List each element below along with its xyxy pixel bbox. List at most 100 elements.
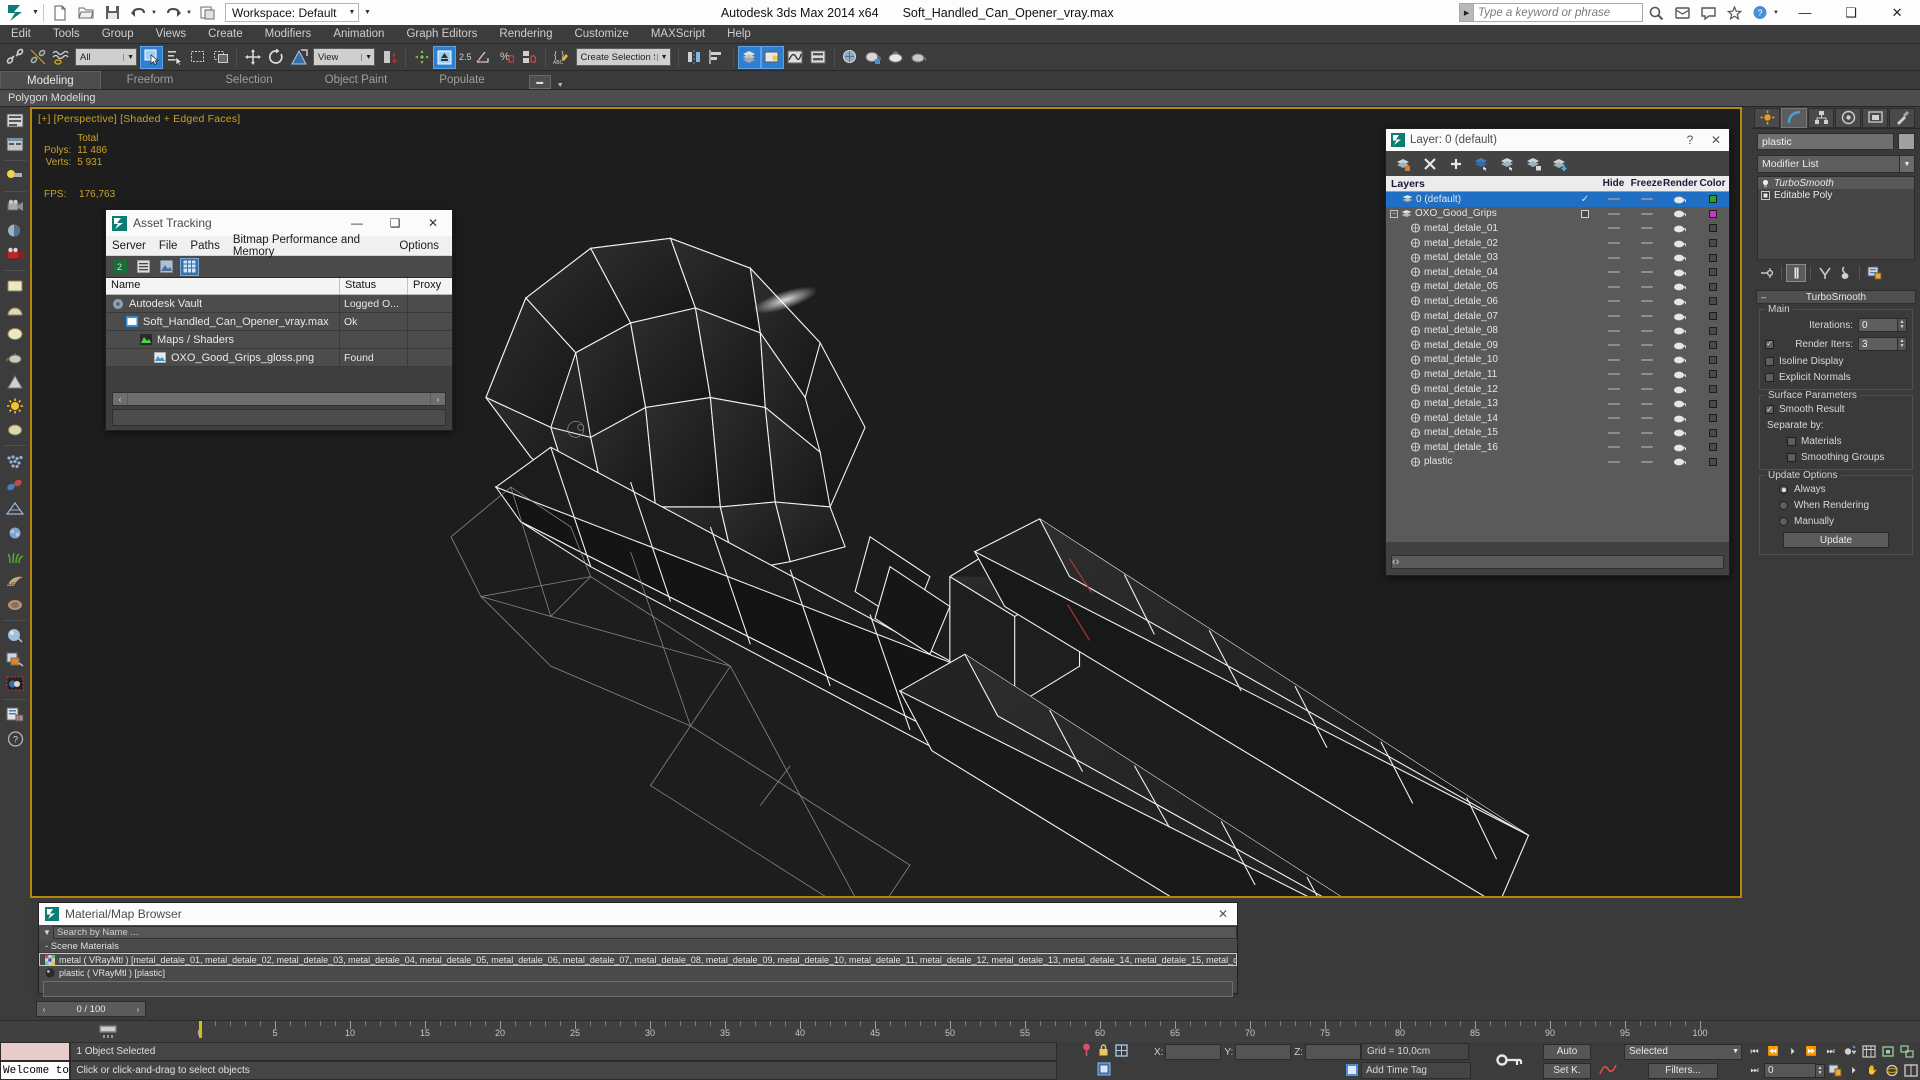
- select-and-link-icon[interactable]: [3, 46, 26, 69]
- track-bar[interactable]: 0510152025303540455055606570758085909510…: [0, 1020, 1920, 1042]
- layer-manager-icon[interactable]: [737, 45, 761, 69]
- next-frame-icon[interactable]: ⏩: [1802, 1043, 1821, 1060]
- key-curve-icon[interactable]: [1599, 1062, 1617, 1079]
- mmb-close-button[interactable]: ✕: [1209, 907, 1237, 921]
- layer-color-swatch[interactable]: [1696, 385, 1729, 394]
- window-maximize-button[interactable]: ❑: [1828, 0, 1874, 25]
- menu-item-edit[interactable]: Edit: [0, 25, 42, 44]
- modifier-stack[interactable]: TurboSmooth Editable Poly: [1757, 176, 1915, 260]
- time-slider[interactable]: ‹ 0 / 100 ›: [36, 1001, 146, 1017]
- layer-hide-toggle[interactable]: [1597, 460, 1630, 463]
- compound-object-icon[interactable]: [2, 497, 28, 520]
- ribbon-tab-selection[interactable]: Selection: [199, 71, 298, 89]
- when-rendering-row[interactable]: When Rendering: [1765, 500, 1907, 511]
- layer-render-toggle[interactable]: [1663, 268, 1696, 277]
- layer-render-toggle[interactable]: [1663, 209, 1696, 218]
- asset-menu-file[interactable]: File: [159, 240, 178, 252]
- percent-snap-toggle-icon[interactable]: %: [495, 46, 518, 69]
- modifier-stack-item-turbosmooth[interactable]: TurboSmooth: [1758, 177, 1914, 189]
- explicit-normals-row[interactable]: Explicit Normals: [1765, 372, 1907, 383]
- box-primitive-icon[interactable]: [2, 274, 28, 297]
- help-question-icon[interactable]: ?: [2, 727, 28, 750]
- layer-hide-toggle[interactable]: [1597, 212, 1630, 215]
- select-by-name-icon[interactable]: [163, 46, 186, 69]
- infocenter-icon[interactable]: [1643, 1, 1669, 24]
- add-to-current-layer-icon[interactable]: [1521, 153, 1547, 174]
- menu-item-modifiers[interactable]: Modifiers: [254, 25, 323, 44]
- current-frame-stepper[interactable]: ▲ ▼: [1816, 1063, 1825, 1078]
- tab-hierarchy[interactable]: [1808, 107, 1834, 128]
- column-layers[interactable]: Layers: [1386, 178, 1573, 190]
- layer-color-swatch[interactable]: [1696, 239, 1729, 248]
- layer-render-toggle[interactable]: [1663, 428, 1696, 437]
- new-file-icon[interactable]: [47, 1, 73, 24]
- update-button[interactable]: Update: [1783, 532, 1889, 548]
- asset-row[interactable]: OXO_Good_Grips_gloss.png Found: [106, 348, 452, 367]
- undo-icon[interactable]: [125, 1, 151, 24]
- sphere-primitive-icon[interactable]: [2, 298, 28, 321]
- layer-render-toggle[interactable]: [1663, 312, 1696, 321]
- asset-vault-icon[interactable]: 2: [111, 258, 130, 276]
- mmb-search-input[interactable]: Search by Name ...: [53, 926, 1237, 939]
- curve-editor-icon[interactable]: [784, 46, 807, 69]
- always-row[interactable]: Always: [1765, 484, 1907, 495]
- layer-row[interactable]: metal_detale_04: [1386, 265, 1729, 280]
- key-filters-button[interactable]: Filters...: [1648, 1062, 1718, 1079]
- remove-modifier-icon[interactable]: [1835, 264, 1855, 282]
- layer-row[interactable]: 0 (default) ✓: [1386, 192, 1729, 207]
- layer-freeze-toggle[interactable]: [1630, 227, 1663, 230]
- layer-hide-toggle[interactable]: [1597, 329, 1630, 332]
- menu-item-maxscript[interactable]: MAXScript: [640, 25, 716, 44]
- scroll-right-icon[interactable]: ›: [1396, 556, 1400, 568]
- new-layer-from-selection-icon[interactable]: [1547, 153, 1573, 174]
- layer-render-toggle[interactable]: [1663, 370, 1696, 379]
- layer-render-toggle[interactable]: [1663, 224, 1696, 233]
- favorites-icon[interactable]: [1721, 1, 1747, 24]
- materials-row[interactable]: Materials: [1765, 436, 1907, 447]
- tab-motion[interactable]: [1835, 107, 1861, 128]
- layer-freeze-toggle[interactable]: [1630, 402, 1663, 405]
- bitmap-material-icon[interactable]: [2, 648, 28, 671]
- smooth-result-checkbox[interactable]: ✓: [1765, 405, 1774, 414]
- layer-close-button[interactable]: ✕: [1703, 129, 1729, 151]
- layer-hide-toggle[interactable]: [1597, 227, 1630, 230]
- play-animation-icon[interactable]: ⏵: [1783, 1043, 1802, 1060]
- layer-freeze-toggle[interactable]: [1630, 212, 1663, 215]
- menu-item-graph-editors[interactable]: Graph Editors: [395, 25, 488, 44]
- layer-color-swatch[interactable]: [1696, 297, 1729, 306]
- layer-freeze-toggle[interactable]: [1630, 388, 1663, 391]
- rendered-frame-window-icon[interactable]: [885, 46, 908, 69]
- highlight-selected-objects-icon[interactable]: [1495, 153, 1521, 174]
- material-sphere-icon[interactable]: [2, 624, 28, 647]
- snaps-toggle-icon[interactable]: [433, 45, 456, 69]
- schematic-view-icon[interactable]: [807, 46, 830, 69]
- layer-freeze-toggle[interactable]: [1630, 344, 1663, 347]
- undo-dropdown-icon[interactable]: ▼: [151, 10, 160, 16]
- scroll-right-icon[interactable]: ›: [431, 393, 445, 405]
- selection-lock-icon[interactable]: [1098, 1043, 1109, 1060]
- layer-hide-toggle[interactable]: [1597, 315, 1630, 318]
- window-minimize-button[interactable]: —: [1782, 0, 1828, 25]
- geosphere-primitive-icon[interactable]: [2, 418, 28, 441]
- grass-icon[interactable]: [2, 545, 28, 568]
- layer-render-toggle[interactable]: [1663, 282, 1696, 291]
- scene-list-icon[interactable]: [2, 109, 28, 132]
- spacewarp-icon[interactable]: [2, 473, 28, 496]
- target-camera-icon[interactable]: [2, 219, 28, 242]
- layer-render-toggle[interactable]: [1663, 457, 1696, 466]
- workspace-menu-icon[interactable]: ▼: [359, 9, 375, 16]
- cone-primitive-icon[interactable]: [2, 370, 28, 393]
- layer-row[interactable]: metal_detale_06: [1386, 294, 1729, 309]
- layer-manager-window[interactable]: Layer: 0 (default) ? ✕ Layers Hide Freez…: [1385, 128, 1730, 576]
- scene-explorer-icon[interactable]: [760, 45, 784, 69]
- layer-freeze-toggle[interactable]: [1630, 315, 1663, 318]
- subscription-icon[interactable]: [1669, 1, 1695, 24]
- column-proxy[interactable]: Proxy: [408, 278, 452, 294]
- layer-render-toggle[interactable]: [1663, 297, 1696, 306]
- render-production-icon[interactable]: [908, 46, 931, 69]
- tab-modify[interactable]: [1781, 107, 1807, 128]
- layer-hide-toggle[interactable]: [1597, 402, 1630, 405]
- layer-render-toggle[interactable]: [1663, 399, 1696, 408]
- goto-end-frame-icon[interactable]: ⏭: [1745, 1062, 1764, 1079]
- pan-view-icon[interactable]: ⏵: [1844, 1062, 1863, 1079]
